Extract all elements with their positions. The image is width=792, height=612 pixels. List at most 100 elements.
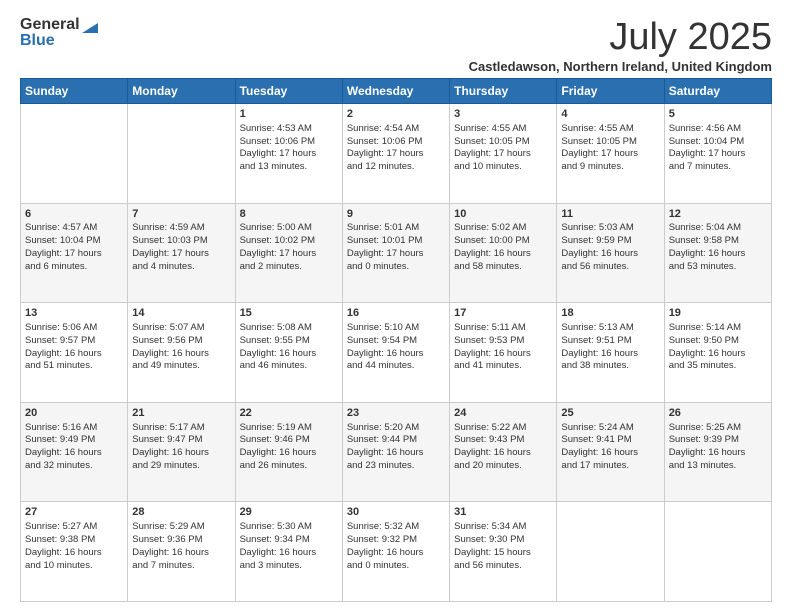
- day-number: 23: [347, 406, 445, 421]
- table-cell: 1Sunrise: 4:53 AMSunset: 10:06 PMDayligh…: [235, 104, 342, 204]
- day-detail-line: Daylight: 15 hours: [454, 547, 531, 558]
- day-detail-line: Daylight: 17 hours: [347, 148, 424, 159]
- day-detail-line: Sunset: 9:43 PM: [454, 434, 524, 445]
- day-detail-line: Sunrise: 5:29 AM: [132, 521, 204, 532]
- calendar-week-row: 27Sunrise: 5:27 AMSunset: 9:38 PMDayligh…: [21, 502, 772, 602]
- table-cell: 31Sunrise: 5:34 AMSunset: 9:30 PMDayligh…: [450, 502, 557, 602]
- table-cell: 21Sunrise: 5:17 AMSunset: 9:47 PMDayligh…: [128, 402, 235, 502]
- day-detail-line: Sunset: 9:44 PM: [347, 434, 417, 445]
- day-detail-line: Sunset: 10:06 PM: [240, 136, 316, 147]
- day-detail-line: and 10 minutes.: [25, 560, 93, 571]
- day-detail-line: Daylight: 16 hours: [454, 348, 531, 359]
- day-detail-line: Sunset: 9:59 PM: [561, 235, 631, 246]
- day-detail-line: Sunrise: 4:56 AM: [669, 123, 741, 134]
- table-cell: 20Sunrise: 5:16 AMSunset: 9:49 PMDayligh…: [21, 402, 128, 502]
- table-cell: 2Sunrise: 4:54 AMSunset: 10:06 PMDayligh…: [342, 104, 449, 204]
- calendar-week-row: 20Sunrise: 5:16 AMSunset: 9:49 PMDayligh…: [21, 402, 772, 502]
- day-detail-line: Sunset: 9:49 PM: [25, 434, 95, 445]
- table-cell: 14Sunrise: 5:07 AMSunset: 9:56 PMDayligh…: [128, 303, 235, 403]
- day-detail-line: and 7 minutes.: [669, 161, 731, 172]
- day-detail-line: Daylight: 16 hours: [240, 447, 317, 458]
- day-detail-line: Sunrise: 5:24 AM: [561, 422, 633, 433]
- day-detail-line: and 23 minutes.: [347, 460, 415, 471]
- day-number: 6: [25, 207, 123, 222]
- logo-blue: Blue: [20, 32, 55, 50]
- day-detail-line: and 9 minutes.: [561, 161, 623, 172]
- day-detail-line: Sunset: 9:51 PM: [561, 335, 631, 346]
- day-detail-line: and 12 minutes.: [347, 161, 415, 172]
- day-detail-line: Daylight: 17 hours: [25, 248, 102, 259]
- col-monday: Monday: [128, 79, 235, 104]
- day-detail-line: Sunset: 9:30 PM: [454, 534, 524, 545]
- day-detail-line: Daylight: 16 hours: [669, 447, 746, 458]
- table-cell: 30Sunrise: 5:32 AMSunset: 9:32 PMDayligh…: [342, 502, 449, 602]
- main-title: July 2025: [469, 16, 772, 59]
- day-detail-line: and 49 minutes.: [132, 360, 200, 371]
- day-detail-line: Sunset: 9:55 PM: [240, 335, 310, 346]
- day-detail-line: and 44 minutes.: [347, 360, 415, 371]
- day-number: 19: [669, 306, 767, 321]
- day-detail-line: Sunrise: 5:27 AM: [25, 521, 97, 532]
- day-detail-line: and 6 minutes.: [25, 261, 87, 272]
- day-number: 15: [240, 306, 338, 321]
- day-detail-line: Sunset: 9:41 PM: [561, 434, 631, 445]
- calendar-week-row: 1Sunrise: 4:53 AMSunset: 10:06 PMDayligh…: [21, 104, 772, 204]
- day-detail-line: Sunset: 10:05 PM: [454, 136, 530, 147]
- day-detail-line: Sunrise: 5:03 AM: [561, 222, 633, 233]
- day-detail-line: Sunrise: 4:59 AM: [132, 222, 204, 233]
- day-detail-line: Sunset: 9:53 PM: [454, 335, 524, 346]
- day-detail-line: and 41 minutes.: [454, 360, 522, 371]
- table-cell: 10Sunrise: 5:02 AMSunset: 10:00 PMDaylig…: [450, 203, 557, 303]
- day-detail-line: Sunrise: 5:07 AM: [132, 322, 204, 333]
- table-cell: 26Sunrise: 5:25 AMSunset: 9:39 PMDayligh…: [664, 402, 771, 502]
- day-number: 17: [454, 306, 552, 321]
- table-cell: 24Sunrise: 5:22 AMSunset: 9:43 PMDayligh…: [450, 402, 557, 502]
- day-detail-line: and 7 minutes.: [132, 560, 194, 571]
- day-number: 25: [561, 406, 659, 421]
- day-detail-line: Sunrise: 5:00 AM: [240, 222, 312, 233]
- day-detail-line: Sunrise: 5:04 AM: [669, 222, 741, 233]
- day-detail-line: Sunset: 9:54 PM: [347, 335, 417, 346]
- day-detail-line: and 35 minutes.: [669, 360, 737, 371]
- day-detail-line: Daylight: 16 hours: [454, 248, 531, 259]
- day-detail-line: Sunset: 10:03 PM: [132, 235, 208, 246]
- day-number: 28: [132, 505, 230, 520]
- table-cell: 17Sunrise: 5:11 AMSunset: 9:53 PMDayligh…: [450, 303, 557, 403]
- day-number: 11: [561, 207, 659, 222]
- day-detail-line: and 32 minutes.: [25, 460, 93, 471]
- day-detail-line: and 4 minutes.: [132, 261, 194, 272]
- day-detail-line: Sunrise: 5:20 AM: [347, 422, 419, 433]
- day-detail-line: Sunrise: 4:53 AM: [240, 123, 312, 134]
- day-detail-line: Sunrise: 4:55 AM: [454, 123, 526, 134]
- day-number: 3: [454, 107, 552, 122]
- day-detail-line: Sunset: 9:32 PM: [347, 534, 417, 545]
- day-number: 8: [240, 207, 338, 222]
- day-number: 29: [240, 505, 338, 520]
- day-detail-line: Daylight: 16 hours: [669, 248, 746, 259]
- table-cell: 6Sunrise: 4:57 AMSunset: 10:04 PMDayligh…: [21, 203, 128, 303]
- day-detail-line: Sunrise: 4:54 AM: [347, 123, 419, 134]
- day-detail-line: and 56 minutes.: [454, 560, 522, 571]
- table-cell: 23Sunrise: 5:20 AMSunset: 9:44 PMDayligh…: [342, 402, 449, 502]
- day-number: 24: [454, 406, 552, 421]
- day-detail-line: and 56 minutes.: [561, 261, 629, 272]
- day-detail-line: Sunset: 10:02 PM: [240, 235, 316, 246]
- day-number: 21: [132, 406, 230, 421]
- table-cell: 16Sunrise: 5:10 AMSunset: 9:54 PMDayligh…: [342, 303, 449, 403]
- day-detail-line: Daylight: 16 hours: [561, 447, 638, 458]
- table-cell: 4Sunrise: 4:55 AMSunset: 10:05 PMDayligh…: [557, 104, 664, 204]
- day-detail-line: Sunrise: 5:06 AM: [25, 322, 97, 333]
- day-detail-line: Daylight: 16 hours: [561, 348, 638, 359]
- day-detail-line: Daylight: 16 hours: [669, 348, 746, 359]
- day-detail-line: Daylight: 16 hours: [25, 447, 102, 458]
- header: General Blue July 2025 Castledawson, Nor…: [20, 16, 772, 74]
- day-number: 18: [561, 306, 659, 321]
- calendar-week-row: 6Sunrise: 4:57 AMSunset: 10:04 PMDayligh…: [21, 203, 772, 303]
- table-cell: 13Sunrise: 5:06 AMSunset: 9:57 PMDayligh…: [21, 303, 128, 403]
- col-tuesday: Tuesday: [235, 79, 342, 104]
- day-detail-line: and 29 minutes.: [132, 460, 200, 471]
- table-cell: [557, 502, 664, 602]
- day-number: 16: [347, 306, 445, 321]
- day-detail-line: Daylight: 16 hours: [132, 547, 209, 558]
- day-detail-line: and 53 minutes.: [669, 261, 737, 272]
